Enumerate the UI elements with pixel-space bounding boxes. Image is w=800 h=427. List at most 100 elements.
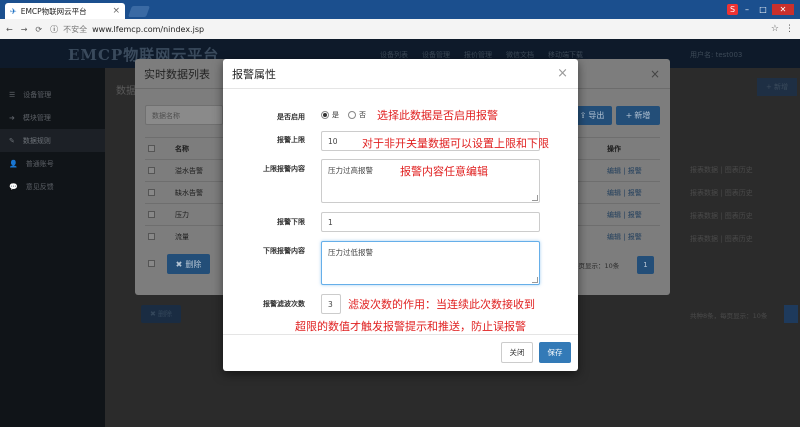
row-name: 流量 — [175, 232, 189, 241]
forward-icon[interactable]: → — [21, 25, 28, 34]
footer-checkbox[interactable] — [148, 259, 155, 267]
lower-content-textarea[interactable]: 压力过低报警 — [321, 241, 540, 285]
comment-icon: 💬 — [9, 182, 18, 191]
window-close-icon[interactable]: ✕ — [772, 4, 794, 15]
bookmark-star-icon[interactable]: ☆ — [771, 24, 779, 34]
radio-no[interactable]: 否 — [348, 110, 366, 120]
browser-tab[interactable]: ✈ EMCP物联网云平台 × — [5, 3, 125, 19]
sidebar: ☰ 设备管理 ➜ 模块管理 ✎ 数据规则 👤 普通账号 💬 意见反馈 — [0, 68, 105, 427]
bg-page-button[interactable] — [784, 305, 798, 323]
maximize-icon[interactable]: □ — [756, 4, 770, 15]
search-input[interactable]: 数据名称 — [145, 105, 223, 125]
bg-delete-button[interactable]: ✖ 删除 — [141, 305, 181, 323]
sidebar-item-label: 普通账号 — [25, 159, 54, 168]
sidebar-item-label: 意见反馈 — [25, 182, 54, 191]
upper-content-label: 上限报警内容 — [263, 165, 305, 173]
pagination-info: 每页显示：10条 — [572, 262, 620, 270]
modal-title: 报警属性 — [223, 59, 578, 89]
lower-limit-label: 报警下限 — [277, 218, 305, 226]
annotation-content: 报警内容任意编辑 — [400, 165, 488, 178]
bg-row-links[interactable]: 报表数据 | 图表历史 — [690, 234, 753, 244]
browser-menu-icon[interactable]: ⋮ — [785, 24, 794, 34]
annotation-limits: 对于非开关量数据可以设置上限和下限 — [362, 137, 549, 150]
sidebar-item-label: 模块管理 — [22, 113, 51, 122]
delete-icon: ✖ — [149, 310, 156, 318]
bg-new-button[interactable]: + 新增 — [757, 78, 797, 96]
radio-yes-dot[interactable] — [321, 111, 329, 119]
info-icon: ⓘ — [50, 24, 59, 34]
row-name: 压力 — [175, 210, 189, 219]
new-button[interactable]: + 新增 — [616, 106, 660, 125]
login-icon: ➜ — [9, 113, 15, 122]
row-checkbox[interactable] — [148, 211, 155, 218]
url-text: www.lfemcp.com/nindex.jsp — [92, 24, 205, 34]
new-label: 新增 — [634, 111, 651, 120]
sidebar-item-feedback[interactable]: 💬 意见反馈 — [0, 175, 105, 198]
upper-limit-label: 报警上限 — [277, 136, 305, 144]
radio-no-label: 否 — [359, 111, 366, 119]
bg-pagination-info: 共种8条，每页显示：10条 — [690, 312, 768, 320]
new-tab-button[interactable] — [127, 6, 151, 17]
tab-title: EMCP物联网云平台 — [20, 6, 87, 16]
page-button[interactable]: 1 — [637, 256, 654, 274]
row-name: 缺水告警 — [175, 188, 203, 197]
radio-no-dot[interactable] — [348, 111, 356, 119]
bg-row-links[interactable]: 报表数据 | 图表历史 — [690, 211, 753, 221]
resize-handle-icon[interactable] — [532, 195, 538, 201]
upper-content-text: 压力过高报警 — [328, 166, 373, 175]
sidebar-item-label: 数据规则 — [22, 136, 51, 145]
site-favicon-icon: ✈ — [10, 6, 17, 16]
save-button[interactable]: 保存 — [539, 342, 571, 363]
row-ops[interactable]: 编辑 | 报警 — [607, 166, 642, 176]
row-checkbox[interactable] — [148, 233, 155, 240]
select-all-checkbox[interactable] — [148, 145, 155, 152]
filter-count-label: 报警滤波次数 — [263, 300, 305, 308]
enable-label: 是否启用 — [277, 113, 305, 121]
sidebar-item-modules[interactable]: ➜ 模块管理 — [0, 106, 105, 129]
list-icon: ☰ — [9, 90, 16, 99]
sidebar-item-data-rules[interactable]: ✎ 数据规则 — [0, 129, 105, 152]
export-icon: ⇪ — [579, 111, 587, 120]
back-icon[interactable]: ← — [6, 25, 13, 34]
minimize-icon[interactable]: – — [740, 4, 754, 15]
pencil-icon: ✎ — [9, 136, 15, 145]
reload-icon[interactable]: ⟳ — [35, 25, 42, 34]
radio-yes[interactable]: 是 — [321, 110, 339, 120]
window-controls: S – □ ✕ — [727, 4, 794, 15]
annotation-filter-2: 超限的数值才触发报警提示和推送，防止误报警 — [295, 320, 526, 333]
row-ops[interactable]: 编辑 | 报警 — [607, 188, 642, 198]
tab-close-icon[interactable]: × — [112, 6, 120, 16]
page-title: 数据 — [116, 86, 136, 97]
col-name-header: 名称 — [175, 144, 189, 153]
close-icon[interactable]: × — [650, 67, 660, 81]
user-menu[interactable]: 用户名: test003 — [690, 50, 742, 60]
bg-delete-label: 删除 — [158, 310, 173, 318]
export-button[interactable]: ⇪ 导出 — [572, 106, 612, 125]
lower-limit-input[interactable]: 1 — [321, 212, 540, 232]
sidebar-item-accounts[interactable]: 👤 普通账号 — [0, 152, 105, 175]
row-checkbox[interactable] — [148, 189, 155, 196]
row-ops[interactable]: 编辑 | 报警 — [607, 210, 642, 220]
lower-content-text: 压力过低报警 — [328, 248, 373, 257]
sidebar-item-devices[interactable]: ☰ 设备管理 — [0, 83, 105, 106]
delete-label: 删除 — [185, 259, 202, 269]
delete-button[interactable]: ✖ 删除 — [167, 254, 210, 274]
sidebar-item-label: 设备管理 — [23, 90, 52, 99]
address-bar: ← → ⟳ ⓘ 不安全 www.lfemcp.com/nindex.jsp ☆ … — [0, 19, 800, 39]
close-button[interactable]: 关闭 — [501, 342, 533, 363]
row-checkbox[interactable] — [148, 167, 155, 174]
close-icon[interactable]: × — [557, 66, 568, 81]
resize-handle-icon[interactable] — [532, 277, 538, 283]
row-ops[interactable]: 编辑 | 报警 — [607, 232, 642, 242]
browser-tab-bar: ✈ EMCP物联网云平台 × S – □ ✕ — [0, 0, 800, 19]
bg-row-links[interactable]: 报表数据 | 图表历史 — [690, 188, 753, 198]
url-box[interactable]: ⓘ 不安全 www.lfemcp.com/nindex.jsp — [50, 24, 204, 35]
filter-count-input[interactable]: 3 — [321, 294, 341, 314]
bg-row-links[interactable]: 报表数据 | 图表历史 — [690, 165, 753, 175]
plus-icon: + — [625, 111, 633, 120]
delete-icon: ✖ — [175, 259, 183, 269]
export-label: 导出 — [588, 111, 605, 120]
sogou-icon[interactable]: S — [727, 4, 738, 15]
radio-yes-label: 是 — [332, 111, 339, 119]
insecure-label: 不安全 — [63, 24, 88, 34]
